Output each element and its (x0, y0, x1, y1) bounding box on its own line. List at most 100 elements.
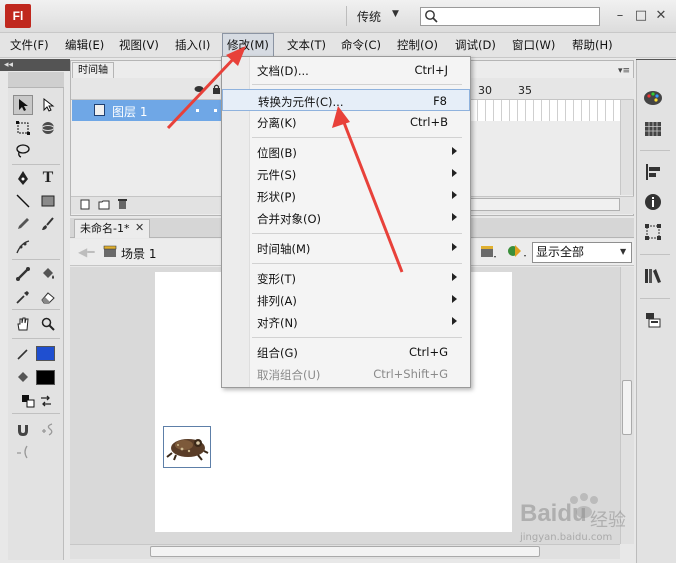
menu-help[interactable]: 帮助(H) (572, 33, 613, 58)
layer-visible-dot[interactable] (196, 109, 199, 112)
workspace-switcher[interactable]: 传统 (357, 8, 381, 25)
help-search-input[interactable] (420, 7, 600, 26)
straighten-icon[interactable] (13, 442, 33, 462)
fill-color-swatch[interactable] (36, 370, 55, 385)
chevron-down-icon[interactable]: ▼ (392, 9, 399, 19)
black-white-icon[interactable] (18, 391, 38, 411)
fill-color-icon[interactable] (13, 368, 33, 388)
eyedropper-tool-icon[interactable] (13, 287, 33, 307)
deco-tool-icon[interactable] (13, 237, 33, 257)
transform-icon[interactable] (642, 222, 664, 242)
bone-tool-icon[interactable] (13, 264, 33, 284)
menu-item-ungroup[interactable]: 取消组合(U) Ctrl+Shift+G (222, 363, 470, 385)
stage-hscroll-thumb[interactable] (150, 546, 540, 557)
menu-edit[interactable]: 编辑(E) (65, 33, 104, 58)
stroke-color-swatch[interactable] (36, 346, 55, 361)
brush-tool-icon[interactable] (38, 214, 58, 234)
library-icon[interactable] (642, 266, 664, 286)
panel-options-icon[interactable]: ▾≡ (618, 66, 630, 76)
close-tab-icon[interactable]: ✕ (135, 221, 144, 234)
new-layer-icon[interactable] (80, 199, 91, 210)
lock-icon[interactable] (212, 84, 221, 94)
lasso-tool-icon[interactable] (13, 141, 33, 161)
menu-item-symbol[interactable]: 元件(S) (222, 163, 470, 185)
menu-item-align[interactable]: 对齐(N) (222, 311, 470, 333)
menu-separator (252, 137, 462, 138)
menu-item-break-apart[interactable]: 分离(K) Ctrl+B (222, 111, 470, 133)
menu-item-convert-to-symbol[interactable]: 转换为元件(C)... F8 (222, 89, 470, 111)
swap-colors-icon[interactable] (36, 391, 56, 411)
layer-name[interactable]: 图层 1 (112, 103, 147, 120)
tools-divider (12, 338, 60, 339)
timeline-scrollbar[interactable] (620, 100, 633, 195)
back-arrow-icon[interactable]: ◀━ (78, 245, 94, 259)
menu-insert[interactable]: 插入(I) (175, 33, 210, 58)
eraser-tool-icon[interactable] (38, 287, 58, 307)
timeline-hscroll[interactable] (470, 198, 620, 211)
menu-debug[interactable]: 调试(D) (455, 33, 496, 58)
hand-tool-icon[interactable] (13, 314, 33, 334)
menu-item-shortcut: Ctrl+Shift+G (373, 367, 448, 381)
app-logo: Fl (5, 4, 31, 28)
minimize-button[interactable]: – (611, 6, 629, 24)
tools-divider (12, 309, 60, 310)
menu-item-document[interactable]: 文档(D)... Ctrl+J (222, 59, 470, 81)
subselection-tool-icon[interactable] (38, 95, 58, 115)
close-button[interactable]: ✕ (652, 6, 670, 24)
eye-icon[interactable] (194, 84, 204, 94)
menu-item-label: 形状(P) (257, 190, 296, 204)
delete-layer-icon[interactable] (117, 198, 128, 210)
paint-bucket-tool-icon[interactable] (38, 264, 58, 284)
submenu-arrow-icon (452, 147, 457, 155)
align-icon[interactable] (642, 162, 664, 182)
menu-text[interactable]: 文本(T) (287, 33, 326, 58)
components-icon[interactable] (642, 310, 664, 330)
selection-tool-icon[interactable] (13, 95, 33, 115)
collapse-left-icon[interactable]: ◂◂ (4, 59, 13, 71)
menu-item-arrange[interactable]: 排列(A) (222, 289, 470, 311)
menu-control[interactable]: 控制(O) (397, 33, 438, 58)
menu-commands[interactable]: 命令(C) (341, 33, 381, 58)
rectangle-tool-icon[interactable] (38, 191, 58, 211)
stroke-color-icon[interactable] (13, 344, 33, 364)
pen-tool-icon[interactable] (13, 168, 33, 188)
zoom-tool-icon[interactable] (38, 314, 58, 334)
menu-item-bitmap[interactable]: 位图(B) (222, 141, 470, 163)
tools-panel-grip[interactable] (8, 72, 64, 88)
edit-symbols-icon[interactable] (506, 243, 528, 261)
menu-file[interactable]: 文件(F) (10, 33, 49, 58)
maximize-button[interactable]: □ (632, 6, 650, 24)
menu-item-transform[interactable]: 变形(T) (222, 267, 470, 289)
menu-item-shortcut: Ctrl+B (410, 115, 448, 129)
chevron-down-icon[interactable]: ▼ (620, 247, 626, 256)
info-icon[interactable] (642, 192, 664, 212)
selected-bitmap[interactable] (163, 426, 211, 468)
smooth-icon[interactable] (38, 420, 58, 440)
menu-item-label: 合并对象(O) (257, 212, 322, 226)
menu-item-shape[interactable]: 形状(P) (222, 185, 470, 207)
menu-item-group[interactable]: 组合(G) Ctrl+G (222, 341, 470, 363)
line-tool-icon[interactable] (13, 191, 33, 211)
zoom-select[interactable]: 显示全部 (532, 242, 632, 263)
pencil-tool-icon[interactable] (13, 214, 33, 234)
menu-item-timeline[interactable]: 时间轴(M) (222, 237, 470, 259)
layer-lock-dot[interactable] (214, 109, 217, 112)
snap-magnet-icon[interactable] (13, 420, 33, 440)
text-tool-icon[interactable]: T (38, 168, 58, 188)
scene-label[interactable]: 场景 1 (121, 245, 156, 262)
color-palette-icon[interactable] (642, 88, 664, 108)
menu-item-combine-objects[interactable]: 合并对象(O) (222, 207, 470, 229)
watermark-brand: Baidu (520, 500, 587, 527)
menu-window[interactable]: 窗口(W) (512, 33, 555, 58)
menu-view[interactable]: 视图(V) (119, 33, 159, 58)
new-folder-icon[interactable] (98, 199, 110, 210)
free-transform-tool-icon[interactable] (13, 118, 33, 138)
stage-vscroll-thumb[interactable] (622, 380, 632, 435)
submenu-arrow-icon (452, 213, 457, 221)
tab-timeline[interactable]: 时间轴 (72, 62, 114, 78)
swatches-icon[interactable] (642, 119, 664, 139)
3d-rotation-tool-icon[interactable] (38, 118, 58, 138)
menu-modify[interactable]: 修改(M) (222, 33, 274, 58)
edit-scene-icon[interactable] (480, 244, 498, 260)
frame-strip[interactable] (470, 100, 632, 121)
